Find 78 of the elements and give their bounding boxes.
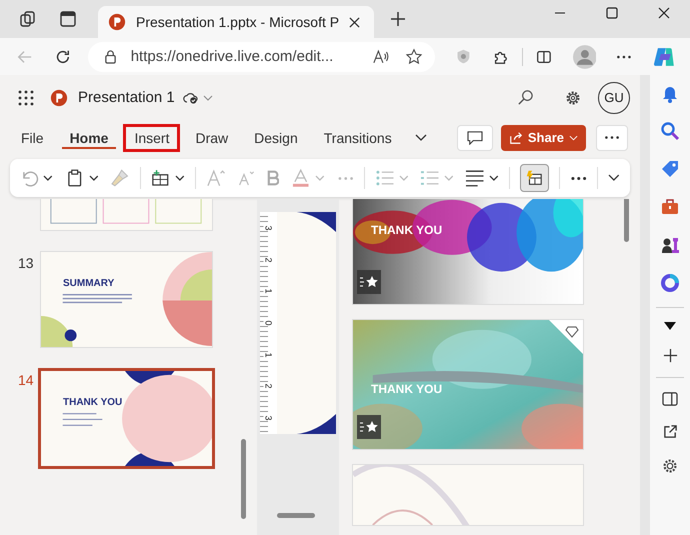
search-icon[interactable] — [517, 89, 534, 106]
chess-pieces-icon[interactable] — [660, 235, 680, 255]
ruler-number: 2 — [264, 257, 274, 262]
ribbon-tab[interactable]: Insert — [123, 124, 180, 152]
design-idea[interactable]: THANK YOU — [352, 199, 584, 305]
star-icon[interactable] — [404, 48, 423, 66]
settings-icon[interactable] — [661, 457, 679, 475]
share-button[interactable]: Share — [500, 124, 586, 150]
ruler-number: 1 — [264, 352, 274, 358]
settings-icon[interactable] — [564, 88, 582, 106]
designer-button[interactable] — [520, 164, 549, 192]
slide-thumbnail[interactable]: SUMMARY — [40, 251, 213, 348]
chevron-down-icon[interactable] — [608, 174, 620, 182]
search-icon[interactable] — [660, 121, 680, 141]
chevron-down-icon[interactable] — [488, 175, 499, 181]
designer-badge-icon — [357, 415, 381, 439]
ruler-number: 3 — [264, 416, 274, 421]
ribbon-tab[interactable]: Design — [243, 124, 309, 152]
ruler-number: 1 — [264, 288, 274, 294]
chevron-down-icon[interactable] — [43, 175, 54, 181]
app-launcher-icon[interactable] — [18, 90, 34, 106]
ruler-number: 2 — [264, 384, 274, 389]
shield-icon[interactable] — [454, 48, 472, 65]
close-icon[interactable] — [658, 7, 670, 19]
read-aloud-icon[interactable] — [372, 49, 391, 64]
ruler-number: 0 — [264, 320, 274, 326]
chevron-down-icon — [569, 134, 578, 140]
ribbon-tab[interactable]: Draw — [184, 124, 240, 152]
slide-title: SUMMARY — [63, 278, 114, 289]
sidebar-icon[interactable] — [662, 392, 678, 406]
align-icon[interactable] — [465, 169, 485, 187]
scrollbar[interactable] — [241, 439, 246, 519]
maximize-icon[interactable] — [606, 7, 618, 19]
slide-number: 14 — [18, 372, 35, 388]
font-color-icon[interactable] — [291, 168, 311, 188]
chevron-down-icon[interactable] — [175, 175, 185, 181]
user-avatar[interactable]: GU — [598, 82, 630, 114]
chevron-down-icon[interactable] — [88, 175, 98, 181]
address-field[interactable]: https://onedrive.live.com/edit... — [88, 42, 435, 72]
ring-icon[interactable] — [660, 273, 680, 293]
new-tab-icon[interactable] — [390, 11, 406, 27]
comments-button[interactable] — [456, 124, 493, 150]
chevron-down-icon[interactable] — [414, 134, 427, 142]
scrollbar[interactable] — [277, 513, 315, 518]
slide-number: 13 — [18, 255, 35, 271]
tag-icon[interactable] — [660, 159, 680, 179]
tab-actions-icon[interactable] — [58, 9, 78, 29]
designer-badge-icon — [357, 270, 381, 294]
slide-title: THANK YOU — [63, 397, 122, 408]
comment-icon — [466, 130, 483, 144]
tab-title: Presentation 1.pptx - Microsoft P — [136, 14, 340, 30]
profile-icon[interactable] — [572, 44, 596, 68]
close-icon[interactable] — [349, 16, 360, 28]
more-icon[interactable] — [570, 176, 588, 180]
design-title: THANK YOU — [371, 223, 442, 237]
caret-down-icon[interactable] — [664, 322, 676, 330]
cloud-saved-icon — [182, 90, 199, 104]
slide-thumbnail[interactable]: THANK YOU — [38, 368, 215, 469]
designer-icon — [525, 169, 544, 187]
external-link-icon[interactable] — [662, 424, 678, 439]
design-title: THANK YOU — [371, 382, 442, 396]
ribbon-tab[interactable]: File — [10, 124, 55, 152]
new-slide-icon[interactable] — [150, 168, 172, 188]
ruler-number: 3 — [264, 225, 274, 230]
toolbox-icon[interactable] — [660, 197, 680, 217]
scrollbar[interactable] — [624, 199, 629, 242]
more-icon[interactable] — [616, 54, 632, 60]
powerpoint-icon — [50, 88, 68, 106]
powerpoint-icon — [108, 13, 126, 31]
share-icon — [508, 130, 523, 144]
ribbon-tab[interactable]: Home — [58, 124, 120, 152]
add-icon[interactable] — [662, 348, 678, 363]
slide-canvas[interactable] — [277, 212, 336, 434]
more-icon — [604, 135, 620, 140]
document-title[interactable]: Presentation 1 — [78, 89, 175, 106]
lock-icon — [104, 49, 117, 64]
ribbon-tab[interactable]: Transitions — [312, 124, 403, 152]
browser-tab[interactable]: Presentation 1.pptx - Microsoft P — [98, 6, 374, 38]
